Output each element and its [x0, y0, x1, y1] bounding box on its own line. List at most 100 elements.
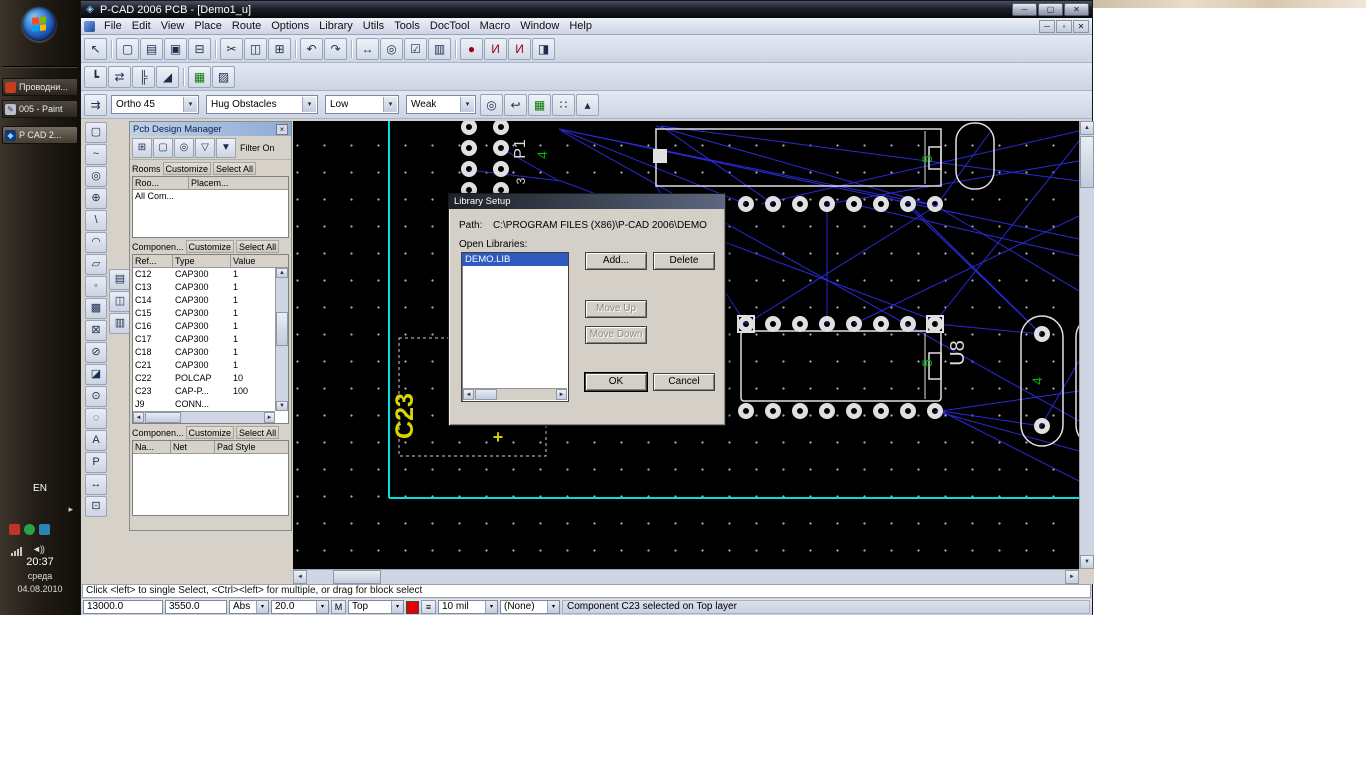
dm-browse-nets-button[interactable]: ▢ — [153, 138, 173, 158]
info-1-button[interactable]: И — [484, 38, 507, 60]
move-up-button[interactable]: Move Up — [585, 300, 647, 318]
place-line-button[interactable]: \ — [85, 210, 107, 231]
layer-color-swatch[interactable] — [406, 601, 419, 614]
zoom-window-button[interactable]: ◎ — [380, 38, 403, 60]
via-style-button[interactable]: ◎ — [480, 94, 503, 116]
nets-column-header[interactable]: Pad Style — [215, 441, 277, 453]
volume-icon[interactable]: ◄)) — [32, 544, 44, 554]
save-file-button[interactable]: ▣ — [164, 38, 187, 60]
network-icon[interactable] — [11, 546, 22, 556]
place-copper-pour-button[interactable]: ▩ — [85, 298, 107, 319]
tray-icon-2[interactable] — [24, 524, 35, 535]
design-manager-titlebar[interactable]: Pcb Design Manager × — [130, 122, 291, 136]
split-pane-button[interactable]: ◨ — [532, 38, 555, 60]
scrollbar-thumb[interactable] — [145, 412, 181, 423]
libraries-list[interactable]: DEMO.LIB ◄ ► — [461, 252, 569, 402]
scrollbar-thumb[interactable] — [276, 312, 288, 346]
menu-tools[interactable]: Tools — [389, 19, 425, 33]
tray-icon-3[interactable] — [39, 524, 50, 535]
menu-help[interactable]: Help — [564, 19, 597, 33]
move-down-button[interactable]: Move Down — [585, 326, 647, 344]
tray-expand-icon[interactable]: ▸ — [68, 504, 73, 515]
menu-library[interactable]: Library — [314, 19, 358, 33]
route-current-button[interactable]: ⇉ — [84, 94, 107, 116]
paste-button[interactable]: ⊞ — [268, 38, 291, 60]
component-row[interactable]: C22POLCAP10 — [133, 372, 277, 385]
unwind-button[interactable]: ↩ — [504, 94, 527, 116]
dm-net-view-button[interactable]: ▥ — [109, 313, 131, 334]
menu-macro[interactable]: Macro — [475, 19, 516, 33]
measure-button[interactable]: ↔ — [356, 38, 379, 60]
undo-button[interactable]: ↶ — [300, 38, 323, 60]
copy-button[interactable]: ◫ — [244, 38, 267, 60]
mdi-close-button[interactable]: ✕ — [1073, 20, 1089, 33]
place-arc-button[interactable]: ◠ — [85, 232, 107, 253]
place-field-button[interactable]: P — [85, 452, 107, 473]
zoom-in-button[interactable]: ⊕ — [85, 188, 107, 209]
scroll-left-icon[interactable]: ◄ — [463, 389, 474, 400]
place-table-button[interactable]: ⊡ — [85, 496, 107, 517]
menu-options[interactable]: Options — [266, 19, 314, 33]
net-select[interactable]: (None)▾ — [500, 600, 560, 614]
line-width-select[interactable]: 10 mil▾ — [438, 600, 498, 614]
layer-toggle-button[interactable]: ▴ — [576, 94, 599, 116]
library-item[interactable]: DEMO.LIB — [462, 253, 568, 266]
taskbar-button-pcad[interactable]: ◆ P CAD 2... — [2, 126, 78, 144]
menu-utils[interactable]: Utils — [358, 19, 389, 33]
components-customize-button[interactable]: Customize — [186, 240, 235, 253]
y-coordinate-field[interactable]: 3550.0 — [165, 600, 227, 614]
scrollbar-thumb[interactable] — [475, 389, 497, 400]
select-tool-button[interactable]: ↖ — [84, 38, 107, 60]
view-errors-button[interactable]: ▥ — [428, 38, 451, 60]
new-file-button[interactable]: ▢ — [116, 38, 139, 60]
scroll-down-icon[interactable]: ▼ — [276, 401, 288, 411]
close-button[interactable]: ✕ — [1064, 3, 1089, 16]
maximize-button[interactable]: ▢ — [1038, 3, 1063, 16]
scroll-up-icon[interactable]: ▲ — [276, 268, 288, 278]
start-button[interactable] — [22, 7, 56, 41]
rooms-select-all-button[interactable]: Select All — [213, 162, 256, 175]
route-miter-button[interactable]: ◢ — [156, 66, 179, 88]
autoroute-setup-button[interactable]: ▨ — [212, 66, 235, 88]
rooms-column-header[interactable]: Roo... — [133, 177, 189, 189]
place-via-button[interactable]: ◌ — [85, 408, 107, 429]
title-bar[interactable]: ◈ P-CAD 2006 PCB - [Demo1_u] ─▢✕ — [81, 1, 1092, 18]
components-scrollbar[interactable]: ▲ ▼ — [275, 268, 288, 411]
route-fanout-button[interactable]: ╠ — [132, 66, 155, 88]
line-style-button[interactable]: ≡ — [421, 600, 436, 614]
pour-toggle-button[interactable]: ∷ — [552, 94, 575, 116]
component-row[interactable]: C16CAP3001 — [133, 320, 277, 333]
dm-zoom-button[interactable]: ◎ — [174, 138, 194, 158]
cut-button[interactable]: ✂ — [220, 38, 243, 60]
menu-route[interactable]: Route — [227, 19, 266, 33]
dm-highlight-button[interactable]: ▽ — [195, 138, 215, 158]
place-ref-point-button[interactable]: ◦ — [85, 276, 107, 297]
dm-browse-components-button[interactable]: ⊞ — [132, 138, 152, 158]
component-row[interactable]: C21CAP3001 — [133, 359, 277, 372]
scroll-right-icon[interactable]: ► — [1065, 570, 1079, 584]
autorouter-button[interactable]: ▦ — [188, 66, 211, 88]
taskbar-button-explorer[interactable]: Проводни... — [2, 78, 78, 96]
close-icon[interactable]: × — [276, 124, 288, 135]
design-rule-check-button[interactable]: ☑ — [404, 38, 427, 60]
components-column-header[interactable]: Value — [231, 255, 275, 267]
horizontal-scrollbar[interactable]: ◄ ► — [293, 569, 1079, 584]
component-row[interactable]: C12CAP3001 — [133, 268, 277, 281]
scroll-right-icon[interactable]: ► — [556, 389, 567, 400]
mdi-restore-button[interactable]: ▫ — [1056, 20, 1072, 33]
place-point-button[interactable]: ◎ — [85, 166, 107, 187]
grid-toggle-button[interactable]: ▦ — [528, 94, 551, 116]
record-macro-button[interactable]: ● — [460, 38, 483, 60]
dialog-titlebar[interactable]: Library Setup — [449, 194, 725, 209]
clock[interactable]: 20:37 — [0, 556, 80, 568]
tray-icon-1[interactable] — [9, 524, 20, 535]
component-row[interactable]: C23CAP-P...100 — [133, 385, 277, 398]
delete-button[interactable]: Delete — [653, 252, 715, 270]
component-row[interactable]: C18CAP3001 — [133, 346, 277, 359]
taskbar-button-paint[interactable]: ✎ 005 - Paint — [2, 100, 78, 118]
scrollbar-thumb[interactable] — [1080, 136, 1094, 188]
language-indicator[interactable]: EN — [0, 483, 80, 494]
push-strength-select[interactable]: Weak ▾ — [406, 95, 476, 114]
component-row[interactable]: J9CONN... — [133, 398, 277, 411]
place-plane-button[interactable]: ◪ — [85, 364, 107, 385]
